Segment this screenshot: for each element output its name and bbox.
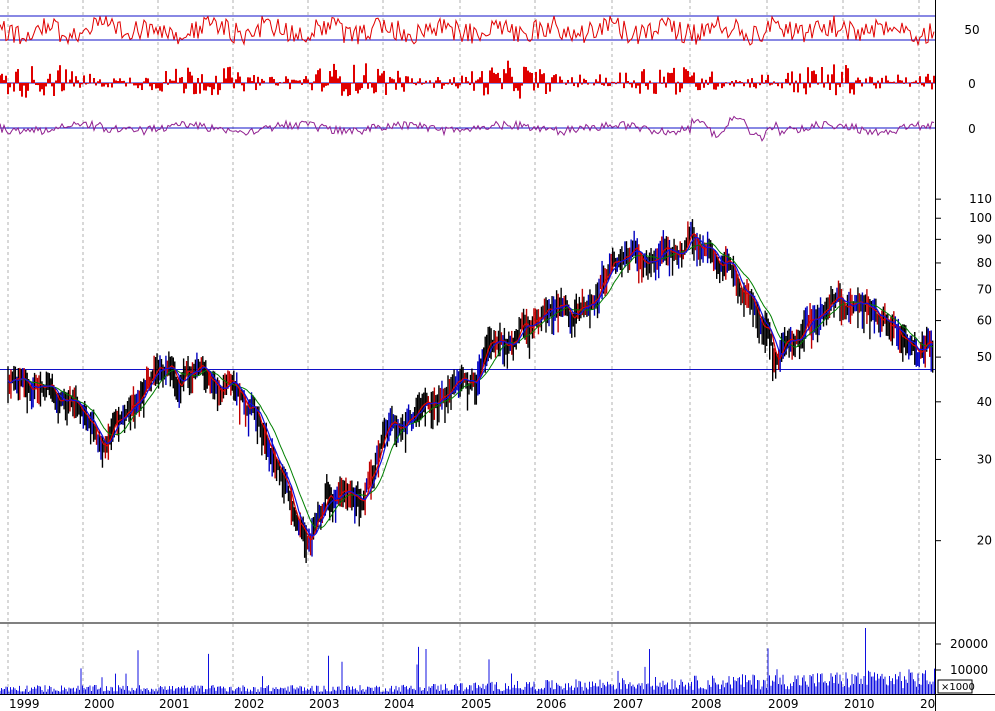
price-tick-label: 100 (969, 211, 992, 225)
indicator-2-axis-label: 0 (968, 77, 976, 91)
x-tick-label: 2003 (309, 697, 340, 711)
indicator-1-axis-label: 50 (964, 23, 979, 37)
x-tick-label: 2006 (536, 697, 567, 711)
price-tick-label: 30 (977, 452, 992, 466)
price-tick-label: 80 (977, 256, 992, 270)
volume-tick-label: 20000 (950, 637, 988, 651)
x-tick-label: 2000 (84, 697, 115, 711)
stock-chart: 50 0 0 110 100 90 80 70 60 50 40 30 20 20000 1000… (0, 0, 995, 711)
x-tick-label: 2008 (691, 697, 722, 711)
price-tick-label: 110 (969, 192, 992, 206)
price-tick-label: 90 (977, 232, 992, 246)
x-tick-label: 2005 (461, 697, 492, 711)
x-tick-label: 2007 (613, 697, 644, 711)
x-tick-label: 2010 (844, 697, 875, 711)
price-tick-label: 20 (977, 534, 992, 548)
price-tick-label: 60 (977, 314, 992, 328)
x-tick-label: 2001 (159, 697, 190, 711)
x-tick-label: 2002 (234, 697, 265, 711)
x-tick-label: 2009 (768, 697, 799, 711)
volume-unit-label: ×1000 (941, 682, 975, 693)
indicator-3-axis-label: 0 (968, 122, 976, 136)
x-tick-label: 1999 (9, 697, 40, 711)
x-tick-label: 2004 (384, 697, 415, 711)
price-tick-label: 70 (977, 283, 992, 297)
price-tick-label: 50 (977, 350, 992, 364)
x-tick-label: 20 (920, 697, 935, 711)
volume-tick-label: 10000 (950, 663, 988, 677)
price-tick-label: 40 (977, 395, 992, 409)
